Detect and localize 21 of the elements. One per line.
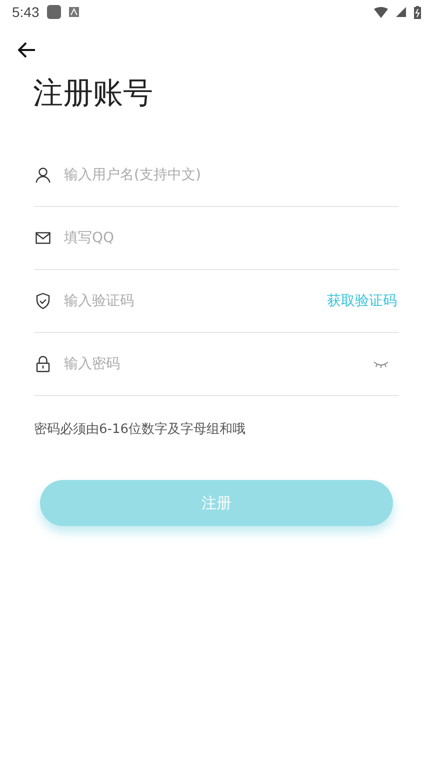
notification-icon [47, 5, 62, 19]
page-title: 注册账号 [33, 75, 154, 113]
status-time: 5:43 [12, 4, 40, 20]
input-field[interactable]: 填写QQ [62, 229, 399, 247]
password-hint: 密码必须由6-16位数字及字母组和哦 [34, 421, 247, 438]
mail-icon [34, 229, 52, 247]
lock-icon [34, 355, 52, 373]
signal-icon [396, 7, 406, 17]
eye-closed-icon [373, 360, 389, 368]
back-arrow-icon [18, 42, 36, 58]
back-button[interactable] [17, 40, 37, 60]
input-field[interactable]: 输入验证码 [62, 292, 315, 310]
input-field[interactable]: 输入密码 [62, 355, 363, 373]
user-icon [34, 166, 52, 184]
shield-check-icon [34, 292, 52, 310]
input-field[interactable]: 输入用户名(支持中文) [62, 166, 399, 184]
keyboard-icon [69, 7, 80, 17]
get-code-link[interactable]: 获取验证码 [325, 292, 399, 310]
register-button[interactable]: 注册 [40, 480, 393, 526]
battery-icon [414, 6, 421, 18]
wifi-icon [374, 6, 388, 18]
